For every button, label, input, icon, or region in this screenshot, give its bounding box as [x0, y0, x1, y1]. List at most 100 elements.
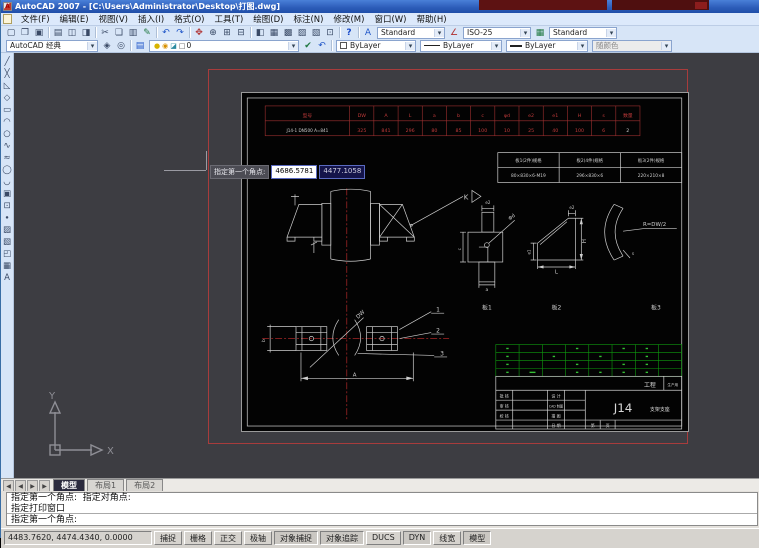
text-style-select[interactable]: Standard▾ [377, 27, 445, 39]
construction-line-button[interactable]: ╳ [1, 68, 13, 80]
layer-lock-icon[interactable]: ◪ [170, 42, 177, 50]
plot-button[interactable]: ▤ [51, 27, 65, 39]
color-control-select[interactable]: ByLayer▾ [336, 40, 416, 52]
ellipse-button[interactable]: ◯ [1, 164, 13, 176]
tab-layout2[interactable]: 布局2 [126, 479, 163, 491]
model-toggle[interactable]: 模型 [463, 531, 491, 545]
dropdown-arrow-icon[interactable]: ▾ [491, 42, 501, 50]
model-space-canvas[interactable]: 型号 DW A L a b c φd e2 e1 H s 数量 J14-1 DN… [14, 53, 759, 478]
paste-button[interactable]: ▥ [126, 27, 140, 39]
workspace-save-button[interactable]: ◎ [114, 40, 128, 52]
table-style-select[interactable]: Standard▾ [549, 27, 617, 39]
otrack-toggle[interactable]: 对象追踪 [320, 531, 364, 545]
tab-nav-last-button[interactable]: ▶ [39, 480, 50, 491]
point-button[interactable]: ∙ [1, 212, 13, 224]
layer-freeze-icon[interactable]: ◉ [162, 42, 168, 50]
menu-view[interactable]: 视图(V) [94, 13, 133, 25]
polyline-button[interactable]: ◺ [1, 80, 13, 92]
region-button[interactable]: ◰ [1, 248, 13, 260]
save-button[interactable]: ▣ [32, 27, 46, 39]
menu-edit[interactable]: 编辑(E) [55, 13, 94, 25]
dropdown-arrow-icon[interactable]: ▾ [577, 42, 587, 50]
dropdown-arrow-icon[interactable]: ▾ [87, 42, 97, 50]
command-prompt-input[interactable]: 指定第一个角点: [7, 514, 757, 526]
command-history[interactable]: 指定第一个角点: 指定对角点:指定打印窗口 [7, 493, 757, 514]
lineweight-control-select[interactable]: ByLayer▾ [506, 40, 588, 52]
dynamic-input-x-field[interactable]: 4686.5781 [271, 165, 317, 179]
zoom-window-button[interactable]: ⊞ [220, 27, 234, 39]
spline-button[interactable]: ≈ [1, 152, 13, 164]
layer-on-icon[interactable]: ● [154, 42, 160, 50]
workspace-settings-button[interactable]: ◈ [100, 40, 114, 52]
menu-dimension[interactable]: 标注(N) [288, 13, 328, 25]
dropdown-arrow-icon[interactable]: ▾ [288, 42, 298, 50]
cut-button[interactable]: ✂ [98, 27, 112, 39]
title-bar[interactable]: A AutoCAD 2007 - [C:\Users\Administrator… [1, 0, 759, 13]
dynamic-input-y-field[interactable]: 4477.1058 [319, 165, 365, 179]
drawing-file-icon[interactable] [3, 14, 12, 24]
menu-insert[interactable]: 插入(I) [133, 13, 169, 25]
multiline-text-button[interactable]: A [1, 272, 13, 284]
workspace-select[interactable]: AutoCAD 经典▾ [6, 40, 98, 52]
dropdown-arrow-icon[interactable]: ▾ [606, 29, 616, 37]
redo-button[interactable]: ↷ [173, 27, 187, 39]
publish-button[interactable]: ◨ [79, 27, 93, 39]
layer-select[interactable]: ● ◉ ◪ □ 0 ▾ [149, 40, 299, 52]
dropdown-arrow-icon[interactable]: ▾ [520, 29, 530, 37]
linetype-control-select[interactable]: ByLayer▾ [420, 40, 502, 52]
quickcalc-button[interactable]: ⊡ [323, 27, 337, 39]
tab-nav-next-button[interactable]: ▶ [27, 480, 38, 491]
help-button[interactable]: ? [342, 27, 356, 39]
insert-block-button[interactable]: ▣ [1, 188, 13, 200]
grid-toggle[interactable]: 栅格 [184, 531, 212, 545]
undo-button[interactable]: ↶ [159, 27, 173, 39]
ellipse-arc-button[interactable]: ◡ [1, 176, 13, 188]
copy-button[interactable]: ❏ [112, 27, 126, 39]
plot-preview-button[interactable]: ◫ [65, 27, 79, 39]
new-button[interactable]: ▢ [4, 27, 18, 39]
arc-button[interactable]: ◠ [1, 116, 13, 128]
ortho-toggle[interactable]: 正交 [214, 531, 242, 545]
dropdown-arrow-icon[interactable]: ▾ [434, 29, 444, 37]
circle-button[interactable]: ○ [1, 128, 13, 140]
tab-model[interactable]: 模型 [53, 479, 85, 491]
osnap-toggle[interactable]: 对象捕捉 [274, 531, 318, 545]
dropdown-arrow-icon[interactable]: ▾ [405, 42, 415, 50]
tab-layout1[interactable]: 布局1 [87, 479, 124, 491]
zoom-realtime-button[interactable]: ⊕ [206, 27, 220, 39]
dim-style-select[interactable]: ISO-25▾ [463, 27, 531, 39]
menu-help[interactable]: 帮助(H) [412, 13, 452, 25]
match-properties-button[interactable]: ✎ [140, 27, 154, 39]
hatch-button[interactable]: ▨ [1, 224, 13, 236]
pan-button[interactable]: ✥ [192, 27, 206, 39]
revision-cloud-button[interactable]: ∿ [1, 140, 13, 152]
tab-nav-prev-button[interactable]: ◀ [15, 480, 26, 491]
rectangle-button[interactable]: ▭ [1, 104, 13, 116]
table-button[interactable]: ▦ [1, 260, 13, 272]
properties-button[interactable]: ◧ [253, 27, 267, 39]
menu-window[interactable]: 窗口(W) [369, 13, 411, 25]
make-object-layer-current-button[interactable]: ✔ [301, 40, 315, 52]
designcenter-button[interactable]: ▦ [267, 27, 281, 39]
open-button[interactable]: ❐ [18, 27, 32, 39]
gradient-button[interactable]: ▧ [1, 236, 13, 248]
coordinate-readout[interactable]: 4483.7620, 4474.4340, 0.0000 [4, 531, 152, 545]
markup-set-manager-button[interactable]: ▧ [309, 27, 323, 39]
make-block-button[interactable]: ⊡ [1, 200, 13, 212]
menu-draw[interactable]: 绘图(D) [248, 13, 288, 25]
snap-toggle[interactable]: 捕捉 [154, 531, 182, 545]
layer-properties-button[interactable]: ▤ [133, 40, 147, 52]
tool-palettes-button[interactable]: ▩ [281, 27, 295, 39]
menu-tools[interactable]: 工具(T) [209, 13, 248, 25]
tab-nav-first-button[interactable]: ◀ [3, 480, 14, 491]
zoom-previous-button[interactable]: ⊟ [234, 27, 248, 39]
polar-toggle[interactable]: 极轴 [244, 531, 272, 545]
layer-previous-button[interactable]: ↶ [315, 40, 329, 52]
menu-modify[interactable]: 修改(M) [328, 13, 369, 25]
ducs-toggle[interactable]: DUCS [366, 531, 401, 545]
menu-file[interactable]: 文件(F) [16, 13, 55, 25]
lineweight-toggle[interactable]: 线宽 [433, 531, 461, 545]
menu-format[interactable]: 格式(O) [169, 13, 209, 25]
dyn-toggle[interactable]: DYN [403, 531, 432, 545]
sheet-set-manager-button[interactable]: ▨ [295, 27, 309, 39]
